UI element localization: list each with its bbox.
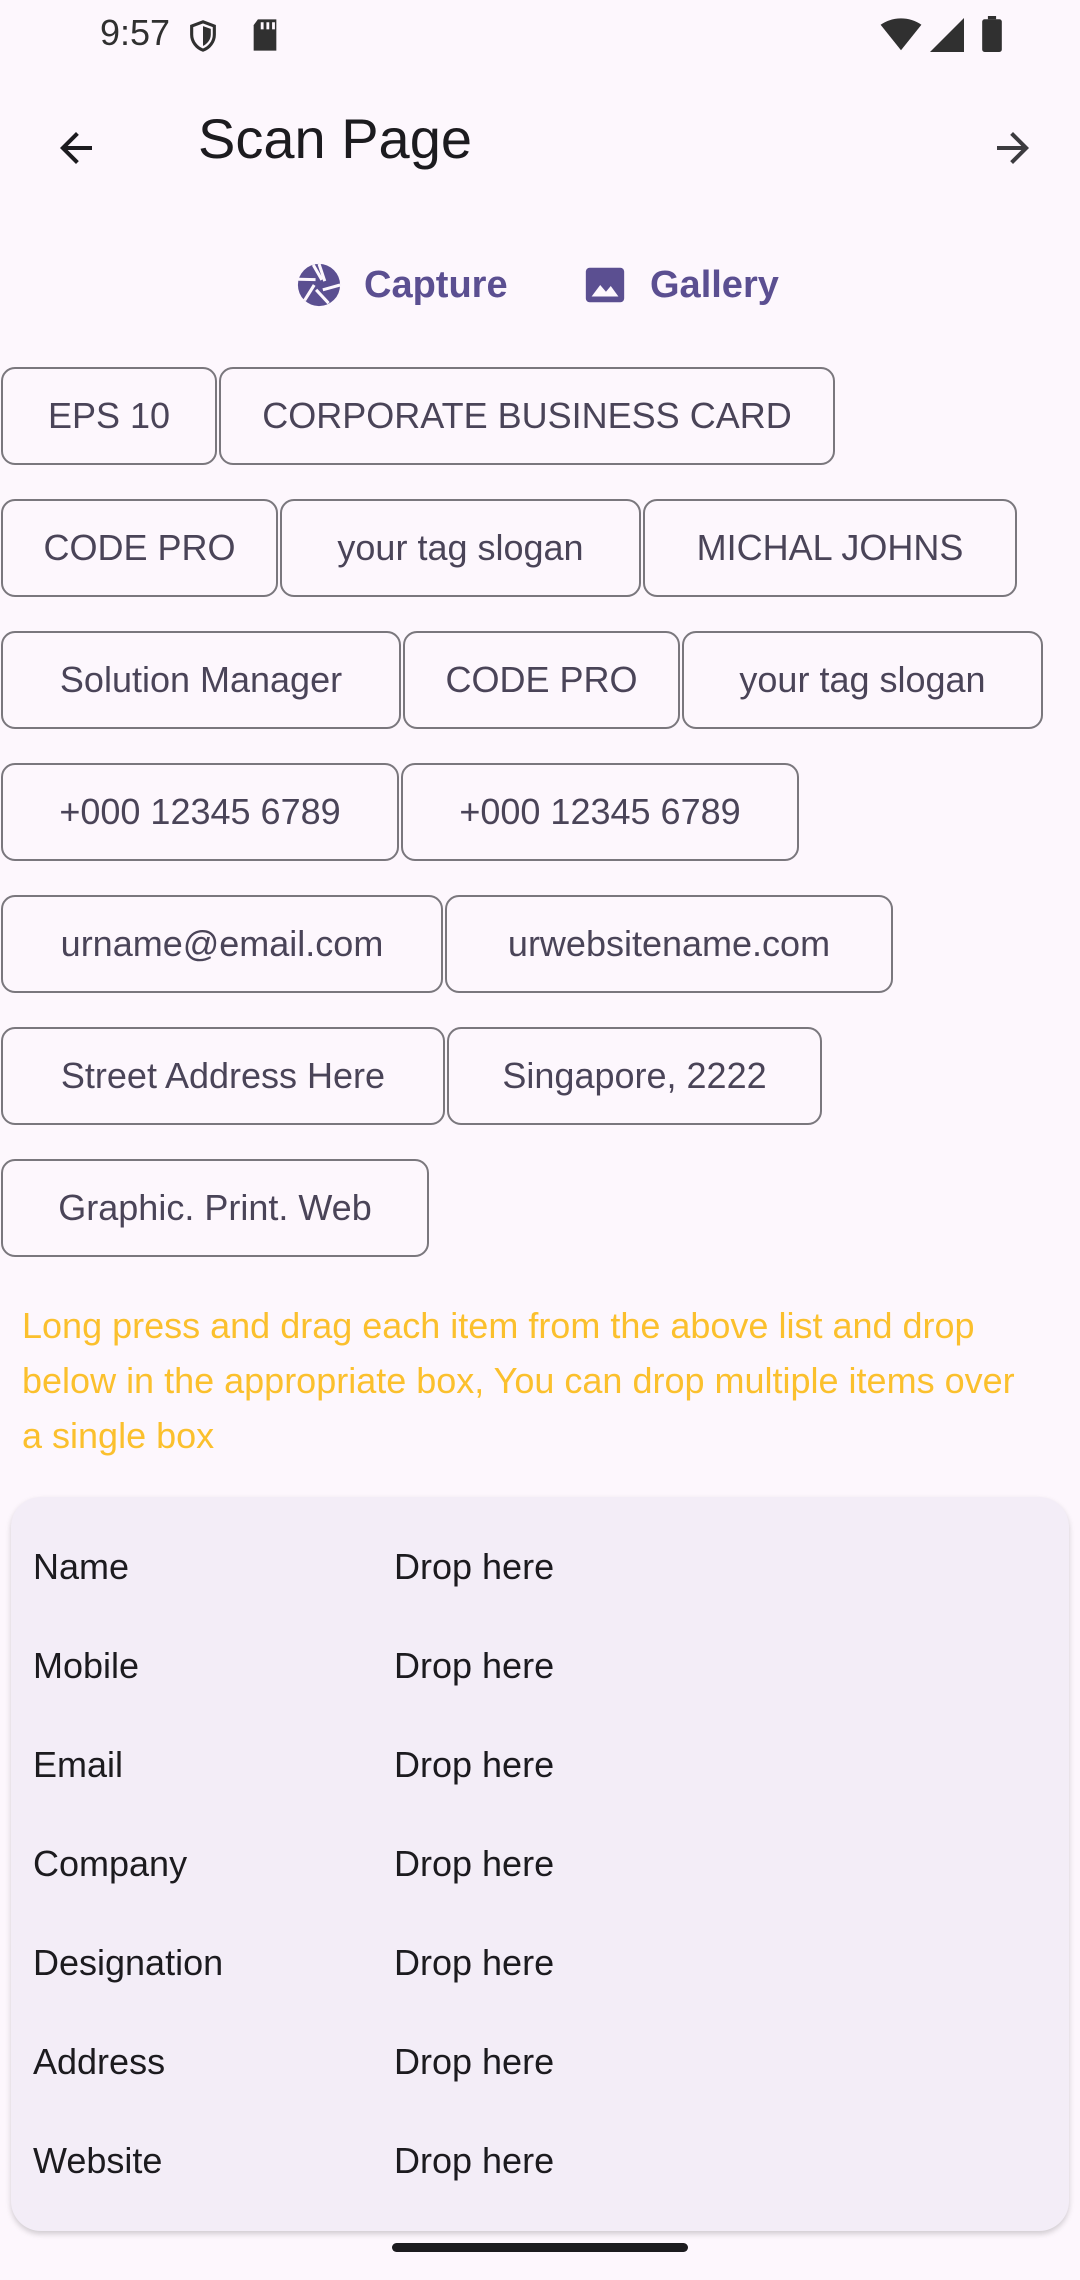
draggable-chip[interactable]: your tag slogan bbox=[280, 499, 641, 597]
gallery-button[interactable]: Gallery bbox=[582, 252, 779, 318]
draggable-chip[interactable]: your tag slogan bbox=[682, 631, 1043, 729]
draggable-chip[interactable]: urname@email.com bbox=[1, 895, 443, 993]
field-label: Name bbox=[33, 1546, 130, 1587]
field-label: Email bbox=[33, 1744, 124, 1785]
battery-icon bbox=[982, 16, 1002, 57]
drop-zone-email[interactable]: Drop here bbox=[394, 1744, 554, 1786]
page-title: Scan Page bbox=[198, 107, 472, 170]
drop-zone-designation[interactable]: Drop here bbox=[394, 1942, 554, 1984]
status-bar: 9:57 bbox=[0, 0, 1080, 66]
drag-drop-hint: Long press and drag each item from the a… bbox=[22, 1305, 1015, 1456]
sd-card-icon bbox=[250, 18, 280, 57]
draggable-chip[interactable]: CODE PRO bbox=[403, 631, 680, 729]
field-row-name: Name Drop here bbox=[11, 1518, 1069, 1617]
wifi-icon bbox=[880, 18, 922, 57]
top-app-bar: Scan Page bbox=[0, 66, 1080, 218]
shield-icon bbox=[186, 18, 220, 59]
draggable-chip[interactable]: Street Address Here bbox=[1, 1027, 445, 1125]
draggable-chip[interactable]: urwebsitename.com bbox=[445, 895, 893, 993]
capture-label: Capture bbox=[364, 263, 508, 306]
field-row-designation: Designation Drop here bbox=[11, 1914, 1069, 2013]
image-icon bbox=[585, 267, 625, 303]
draggable-chip[interactable]: MICHAL JOHNS bbox=[643, 499, 1017, 597]
forward-button[interactable] bbox=[973, 108, 1053, 188]
field-label: Website bbox=[33, 2140, 163, 2181]
camera-shutter-icon bbox=[297, 263, 341, 307]
field-label: Mobile bbox=[33, 1645, 140, 1686]
capture-button[interactable]: Capture bbox=[296, 252, 508, 318]
draggable-chip[interactable]: CODE PRO bbox=[1, 499, 278, 597]
drop-zone-name[interactable]: Drop here bbox=[394, 1546, 554, 1588]
field-label: Address bbox=[33, 2041, 166, 2082]
status-time: 9:57 bbox=[100, 12, 171, 53]
draggable-chip[interactable]: EPS 10 bbox=[1, 367, 217, 465]
gesture-nav-handle[interactable] bbox=[392, 2243, 688, 2252]
field-label: Designation bbox=[33, 1942, 224, 1983]
draggable-chip[interactable]: Singapore, 2222 bbox=[447, 1027, 822, 1125]
draggable-chip[interactable]: +000 12345 6789 bbox=[1, 763, 399, 861]
draggable-chip[interactable]: Solution Manager bbox=[1, 631, 401, 729]
drop-zone-website[interactable]: Drop here bbox=[394, 2140, 554, 2182]
draggable-chip[interactable]: CORPORATE BUSINESS CARD bbox=[219, 367, 835, 465]
arrow-forward-icon bbox=[997, 132, 1029, 164]
field-row-mobile: Mobile Drop here bbox=[11, 1617, 1069, 1716]
draggable-chip[interactable]: Graphic. Print. Web bbox=[1, 1159, 429, 1257]
field-label: Company bbox=[33, 1843, 188, 1884]
drop-target-card: Name Drop here Mobile Drop here Email Dr… bbox=[11, 1497, 1069, 2231]
drop-zone-mobile[interactable]: Drop here bbox=[394, 1645, 554, 1687]
back-button[interactable] bbox=[36, 108, 116, 188]
field-row-email: Email Drop here bbox=[11, 1716, 1069, 1815]
field-row-address: Address Drop here bbox=[11, 2013, 1069, 2112]
field-row-company: Company Drop here bbox=[11, 1815, 1069, 1914]
cell-signal-icon bbox=[930, 18, 964, 57]
field-row-website: Website Drop here bbox=[11, 2112, 1069, 2211]
gallery-label: Gallery bbox=[650, 263, 779, 306]
arrow-back-icon bbox=[60, 132, 92, 164]
drop-zone-address[interactable]: Drop here bbox=[394, 2041, 554, 2083]
drop-zone-company[interactable]: Drop here bbox=[394, 1843, 554, 1885]
scan-page-screen: 9:57 Scan Page Capture Gallery EPS 10 CO… bbox=[0, 0, 1080, 2280]
draggable-chip[interactable]: +000 12345 6789 bbox=[401, 763, 799, 861]
